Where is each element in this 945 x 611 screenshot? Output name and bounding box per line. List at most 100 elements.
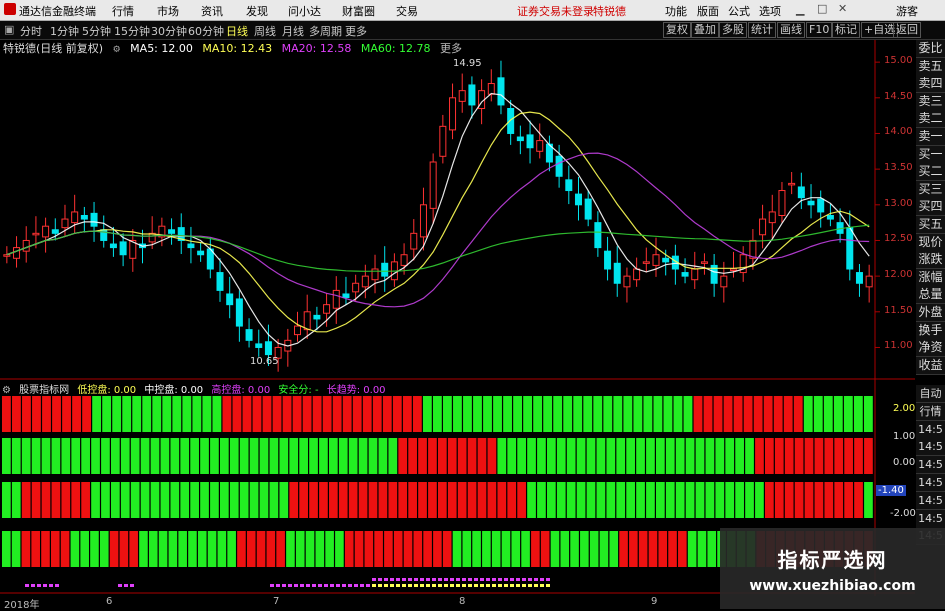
side-panel-item[interactable]: 14:5: [916, 509, 945, 528]
indicator-band-cell: [428, 438, 437, 474]
indicator-band-cell: [92, 396, 102, 432]
side-panel-item[interactable]: 14:5: [916, 420, 945, 439]
trend-marker: [25, 584, 29, 587]
indicator-band-cell: [537, 438, 546, 474]
ma5-line: [6, 92, 870, 347]
side-panel-item[interactable]: 自动: [916, 385, 945, 403]
side-panel-item[interactable]: 收益: [916, 356, 945, 375]
indicator-band-cell: [707, 531, 717, 567]
side-panel-item[interactable]: 买二: [916, 163, 945, 182]
side-panel-item[interactable]: 总量: [916, 286, 945, 305]
side-panel-item[interactable]: 卖二: [916, 110, 945, 129]
side-panel-item[interactable]: 涨幅: [916, 268, 945, 287]
trend-marker: [378, 584, 382, 587]
indicator-band-cell: [834, 438, 844, 474]
trend-marker: [492, 578, 496, 581]
indicator-band-cell: [101, 438, 110, 474]
indicator-band-cell: [2, 396, 11, 432]
price-axis-label: 12.50: [884, 233, 913, 245]
indicator-band-cell: [517, 438, 526, 474]
trend-marker: [546, 584, 550, 587]
indicator-band-cell: [452, 531, 462, 567]
indicator-band-cell: [21, 482, 31, 518]
indicator-band-cell: [190, 438, 199, 474]
indicator-band-cell: [803, 396, 813, 432]
trend-marker: [312, 584, 316, 587]
indicator-band-cell: [384, 531, 393, 567]
candle-body: [22, 239, 30, 252]
indicator-band-cell: [854, 438, 863, 474]
side-panel-item[interactable]: 卖五: [916, 57, 945, 76]
side-panel-item[interactable]: 卖三: [916, 92, 945, 111]
side-panel-item[interactable]: 买五: [916, 216, 945, 234]
side-panel-item[interactable]: 14:5: [916, 438, 945, 457]
side-panel-item[interactable]: 换手: [916, 321, 945, 340]
side-panel-item[interactable]: 净资: [916, 339, 945, 358]
trend-marker: [534, 578, 538, 581]
indicator-band-cell: [783, 396, 793, 432]
candle-body: [507, 108, 515, 134]
candle-body: [352, 282, 360, 293]
side-panel-item[interactable]: 外盘: [916, 304, 945, 322]
indicator-band-cell: [733, 396, 743, 432]
indicator-band-cell: [603, 396, 613, 432]
indicator-band-cell: [222, 396, 232, 432]
indicator-band-cell: [266, 531, 276, 567]
indicator-band-cell: [793, 396, 803, 432]
indicator-band-cell: [863, 396, 873, 432]
side-panel-item[interactable]: 卖一: [916, 128, 945, 146]
trend-marker: [37, 584, 41, 587]
indicator-band-cell: [239, 482, 249, 518]
indicator-band-cell: [398, 438, 408, 474]
indicator-band-cell: [609, 531, 619, 567]
indicator-icon[interactable]: ⚙: [2, 385, 11, 396]
price-axis-label: 11.50: [884, 304, 913, 316]
indicator-band-cell: [633, 396, 643, 432]
indicator-band-cell: [81, 438, 90, 474]
date-label: 6: [106, 596, 113, 607]
indicator-band-cell: [299, 482, 308, 518]
candle-body: [759, 218, 767, 236]
side-panel-item[interactable]: 14:5: [916, 474, 945, 492]
indicator-field: 安全分: -: [278, 385, 319, 396]
candle-body: [778, 190, 786, 217]
side-panel-item[interactable]: 现价: [916, 233, 945, 252]
indicator-band-cell: [613, 396, 623, 432]
indicator-band-cell: [675, 482, 685, 518]
indicator-band-cell: [80, 531, 89, 567]
candle-body: [32, 232, 40, 236]
indicator-band-cell: [658, 531, 668, 567]
candle-body: [419, 204, 427, 238]
side-panel-item[interactable]: 买三: [916, 180, 945, 199]
side-panel-item[interactable]: 委比: [916, 40, 945, 58]
indicator-band-cell: [705, 438, 715, 474]
indicator-band-cell: [668, 531, 677, 567]
side-panel-item[interactable]: 卖四: [916, 75, 945, 94]
indicator-band-cell: [2, 438, 11, 474]
trend-marker: [462, 584, 466, 587]
indicator-band-cell: [589, 531, 599, 567]
side-panel-item[interactable]: 买一: [916, 145, 945, 164]
indicator-band-cell: [487, 438, 497, 474]
indicator-band-cell: [774, 438, 784, 474]
side-panel-item[interactable]: 买四: [916, 198, 945, 217]
indicator-band-cell: [834, 482, 844, 518]
indicator-band-cell: [378, 438, 388, 474]
side-panel-item[interactable]: 14:5: [916, 491, 945, 510]
indicator-band-cell: [368, 482, 378, 518]
candle-body: [788, 182, 796, 186]
chart-canvas[interactable]: [0, 0, 945, 609]
indicator-band-cell: [636, 438, 645, 474]
indicator-band-cell: [2, 531, 11, 567]
indicator-band-cell: [573, 396, 583, 432]
indicator-band-cell: [523, 396, 533, 432]
date-label: 7: [273, 596, 280, 607]
side-panel-item[interactable]: 涨跌: [916, 251, 945, 270]
candle-body: [13, 247, 21, 259]
side-panel-item[interactable]: 14:5: [916, 456, 945, 475]
candle-body: [700, 261, 708, 264]
indicator-band-cell: [160, 438, 170, 474]
indicator-band-cell: [152, 396, 162, 432]
side-panel-item[interactable]: 行情: [916, 402, 945, 421]
indicator-band-cell: [477, 438, 487, 474]
